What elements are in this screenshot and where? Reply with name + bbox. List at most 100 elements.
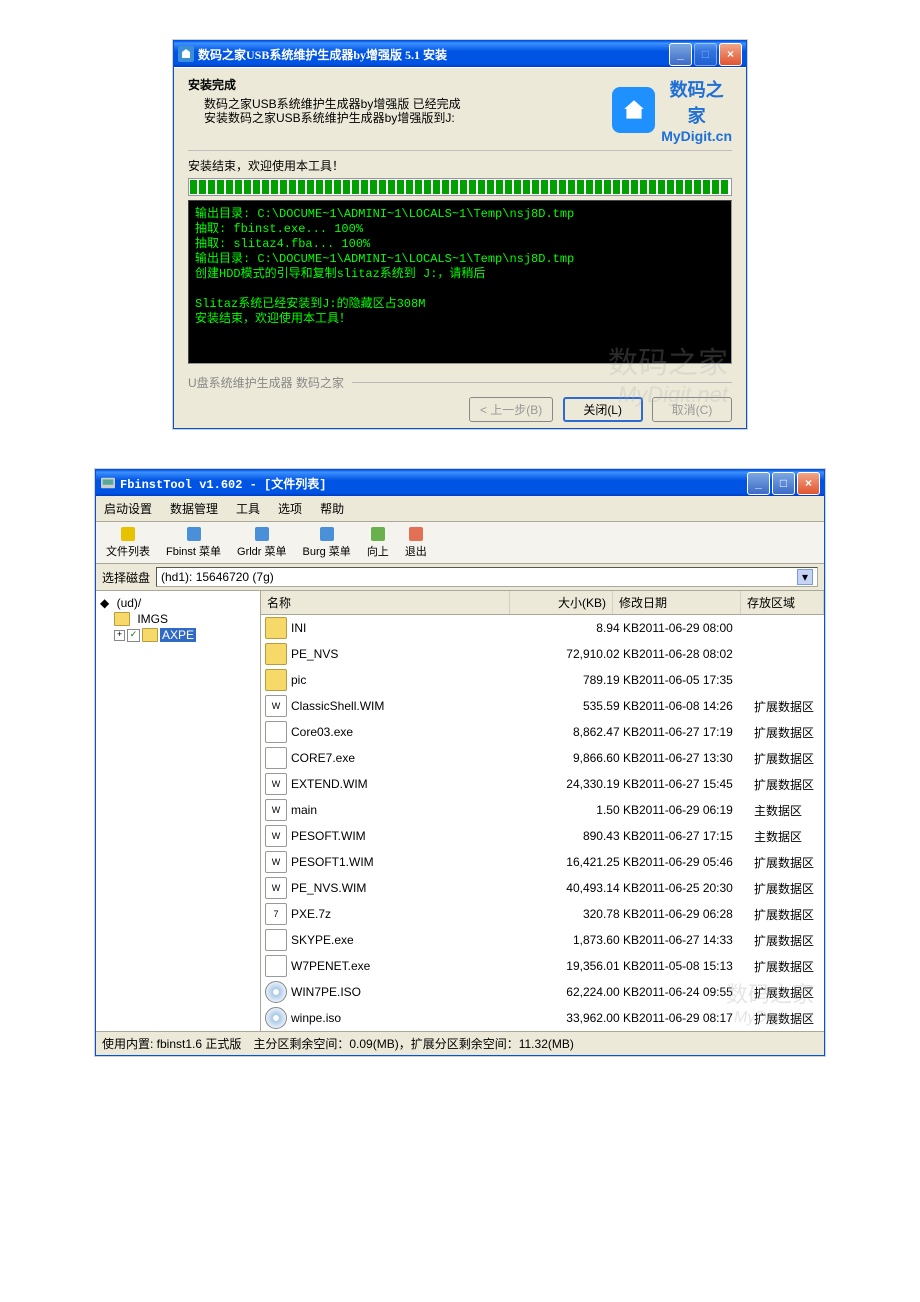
table-row[interactable]: WPESOFT.WIM890.43 KB2011-06-27 17:15主数据区 (261, 823, 824, 849)
file-area: 扩展数据区 (754, 958, 824, 975)
table-row[interactable]: Wmain1.50 KB2011-06-29 06:19主数据区 (261, 797, 824, 823)
toolbar-icon (254, 526, 270, 542)
toolbar-item[interactable]: 退出 (397, 524, 435, 561)
file-date: 2011-06-29 05:46 (639, 855, 754, 869)
table-row[interactable]: WClassicShell.WIM535.59 KB2011-06-08 14:… (261, 693, 824, 719)
file-name: main (291, 803, 317, 817)
checkbox-icon[interactable]: ✓ (127, 629, 140, 642)
window-title: FbinstTool v1.602 - [文件列表] (120, 475, 747, 492)
folder-icon (114, 612, 130, 626)
wim-icon: W (265, 851, 287, 873)
col-date[interactable]: 修改日期 (613, 591, 741, 614)
progress-label: 安装结束，欢迎使用本工具！ (188, 157, 732, 174)
progress-bar (188, 178, 732, 196)
table-row[interactable]: 7PXE.7z320.78 KB2011-06-29 06:28扩展数据区 (261, 901, 824, 927)
disk-icon: ◆ (100, 596, 109, 610)
file-name: winpe.iso (291, 1011, 341, 1025)
expand-icon[interactable]: + (114, 630, 125, 641)
table-row[interactable]: winpe.iso33,962.00 KB2011-06-29 08:17扩展数… (261, 1005, 824, 1031)
toolbar-item[interactable]: Grldr 菜单 (229, 524, 295, 561)
file-size: 72,910.02 KB (549, 647, 639, 661)
file-date: 2011-06-29 06:19 (639, 803, 754, 817)
tree-item-imgs[interactable]: IMGS (100, 611, 256, 627)
file-name: SKYPE.exe (291, 933, 354, 947)
file-size: 535.59 KB (549, 699, 639, 713)
menu-item[interactable]: 数据管理 (166, 498, 222, 519)
file-name: PE_NVS.WIM (291, 881, 366, 895)
brand-logo: 数码之家 MyDigit.cn (612, 76, 732, 144)
file-name: pic (291, 673, 306, 687)
close-install-button[interactable]: 关闭(L) (563, 397, 643, 422)
file-size: 789.19 KB (549, 673, 639, 687)
folder-icon (142, 628, 158, 642)
file-size: 1.50 KB (549, 803, 639, 817)
menu-item[interactable]: 选项 (274, 498, 306, 519)
file-date: 2011-06-27 14:33 (639, 933, 754, 947)
col-size[interactable]: 大小(KB) (510, 591, 613, 614)
table-row[interactable]: PE_NVS72,910.02 KB2011-06-28 08:02 (261, 641, 824, 667)
toolbar-icon (186, 526, 202, 542)
table-row[interactable]: pic 789.19 KB2011-06-05 17:35 (261, 667, 824, 693)
file-size: 33,962.00 KB (549, 1011, 639, 1025)
toolbar-item[interactable]: Fbinst 菜单 (158, 524, 229, 561)
table-row[interactable]: INI8.94 KB2011-06-29 08:00 (261, 615, 824, 641)
close-button[interactable]: × (719, 43, 742, 66)
file-name: PXE.7z (291, 907, 331, 921)
table-row[interactable]: CORE7.exe9,866.60 KB2011-06-27 13:30扩展数据… (261, 745, 824, 771)
file-name: EXTEND.WIM (291, 777, 368, 791)
file-area: 扩展数据区 (754, 984, 824, 1001)
list-header[interactable]: 名称 大小(KB) 修改日期 存放区域 (261, 591, 824, 615)
table-row[interactable]: W7PENET.exe19,356.01 KB2011-05-08 15:13扩… (261, 953, 824, 979)
folder-icon (265, 669, 287, 691)
file-date: 2011-06-29 06:28 (639, 907, 754, 921)
table-row[interactable]: Core03.exe8,862.47 KB2011-06-27 17:19扩展数… (261, 719, 824, 745)
logo-text-en: MyDigit.cn (661, 128, 732, 144)
file-area: 扩展数据区 (754, 906, 824, 923)
col-name[interactable]: 名称 (261, 591, 510, 614)
toolbar-item[interactable]: 文件列表 (98, 524, 158, 561)
file-area: 扩展数据区 (754, 698, 824, 715)
statusbar: 使用内置: fbinst1.6 正式版 主分区剩余空间：0.09(MB)，扩展分… (96, 1031, 824, 1055)
file-area: 扩展数据区 (754, 750, 824, 767)
file-date: 2011-06-27 15:45 (639, 777, 754, 791)
file-date: 2011-06-24 09:55 (639, 985, 754, 999)
table-row[interactable]: WPESOFT1.WIM16,421.25 KB2011-06-29 05:46… (261, 849, 824, 875)
fbinst-titlebar[interactable]: FbinstTool v1.602 - [文件列表] _ □ × (96, 470, 824, 496)
folder-tree[interactable]: ◆ (ud)/ IMGS + ✓ AXPE (96, 591, 261, 1031)
app-icon (100, 475, 116, 491)
file-size: 9,866.60 KB (549, 751, 639, 765)
install-log[interactable]: 输出目录: C:\DOCUME~1\ADMINI~1\LOCALS~1\Temp… (188, 200, 732, 364)
menu-item[interactable]: 帮助 (316, 498, 348, 519)
file-name: PESOFT1.WIM (291, 855, 374, 869)
file-size: 40,493.14 KB (549, 881, 639, 895)
menu-item[interactable]: 启动设置 (100, 498, 156, 519)
wim-icon: W (265, 825, 287, 847)
installer-titlebar[interactable]: 数码之家USB系统维护生成器by增强版 5.1 安装 _ □ × (174, 41, 746, 67)
file-date: 2011-06-05 17:35 (639, 673, 754, 687)
close-button[interactable]: × (797, 472, 820, 495)
file-name: CORE7.exe (291, 751, 355, 765)
toolbar-item[interactable]: Burg 菜单 (295, 524, 359, 561)
maximize-button[interactable]: □ (772, 472, 795, 495)
file-date: 2011-06-29 08:00 (639, 621, 754, 635)
archive-icon: 7 (265, 903, 287, 925)
file-listview[interactable]: 名称 大小(KB) 修改日期 存放区域 INI8.94 KB2011-06-29… (261, 591, 824, 1031)
menu-item[interactable]: 工具 (232, 498, 264, 519)
file-size: 24,330.19 KB (549, 777, 639, 791)
col-area[interactable]: 存放区域 (741, 591, 824, 614)
table-row[interactable]: SKYPE.exe1,873.60 KB2011-06-27 14:33扩展数据… (261, 927, 824, 953)
minimize-button[interactable]: _ (669, 43, 692, 66)
minimize-button[interactable]: _ (747, 472, 770, 495)
tree-root[interactable]: ◆ (ud)/ (100, 595, 256, 611)
disk-select[interactable]: (hd1): 15646720 (7g) ▾ (156, 567, 818, 587)
table-row[interactable]: WPE_NVS.WIM40,493.14 KB2011-06-25 20:30扩… (261, 875, 824, 901)
file-name: INI (291, 621, 306, 635)
file-date: 2011-06-27 17:15 (639, 829, 754, 843)
tree-item-axpe[interactable]: + ✓ AXPE (100, 627, 256, 643)
table-row[interactable]: WEXTEND.WIM24,330.19 KB2011-06-27 15:45扩… (261, 771, 824, 797)
file-date: 2011-06-25 20:30 (639, 881, 754, 895)
cancel-button: 取消(C) (652, 397, 732, 422)
toolbar-item[interactable]: 向上 (359, 524, 397, 561)
table-row[interactable]: WIN7PE.ISO62,224.00 KB2011-06-24 09:55扩展… (261, 979, 824, 1005)
status-space: 主分区剩余空间：0.09(MB)，扩展分区剩余空间：11.32(MB) (253, 1035, 573, 1052)
